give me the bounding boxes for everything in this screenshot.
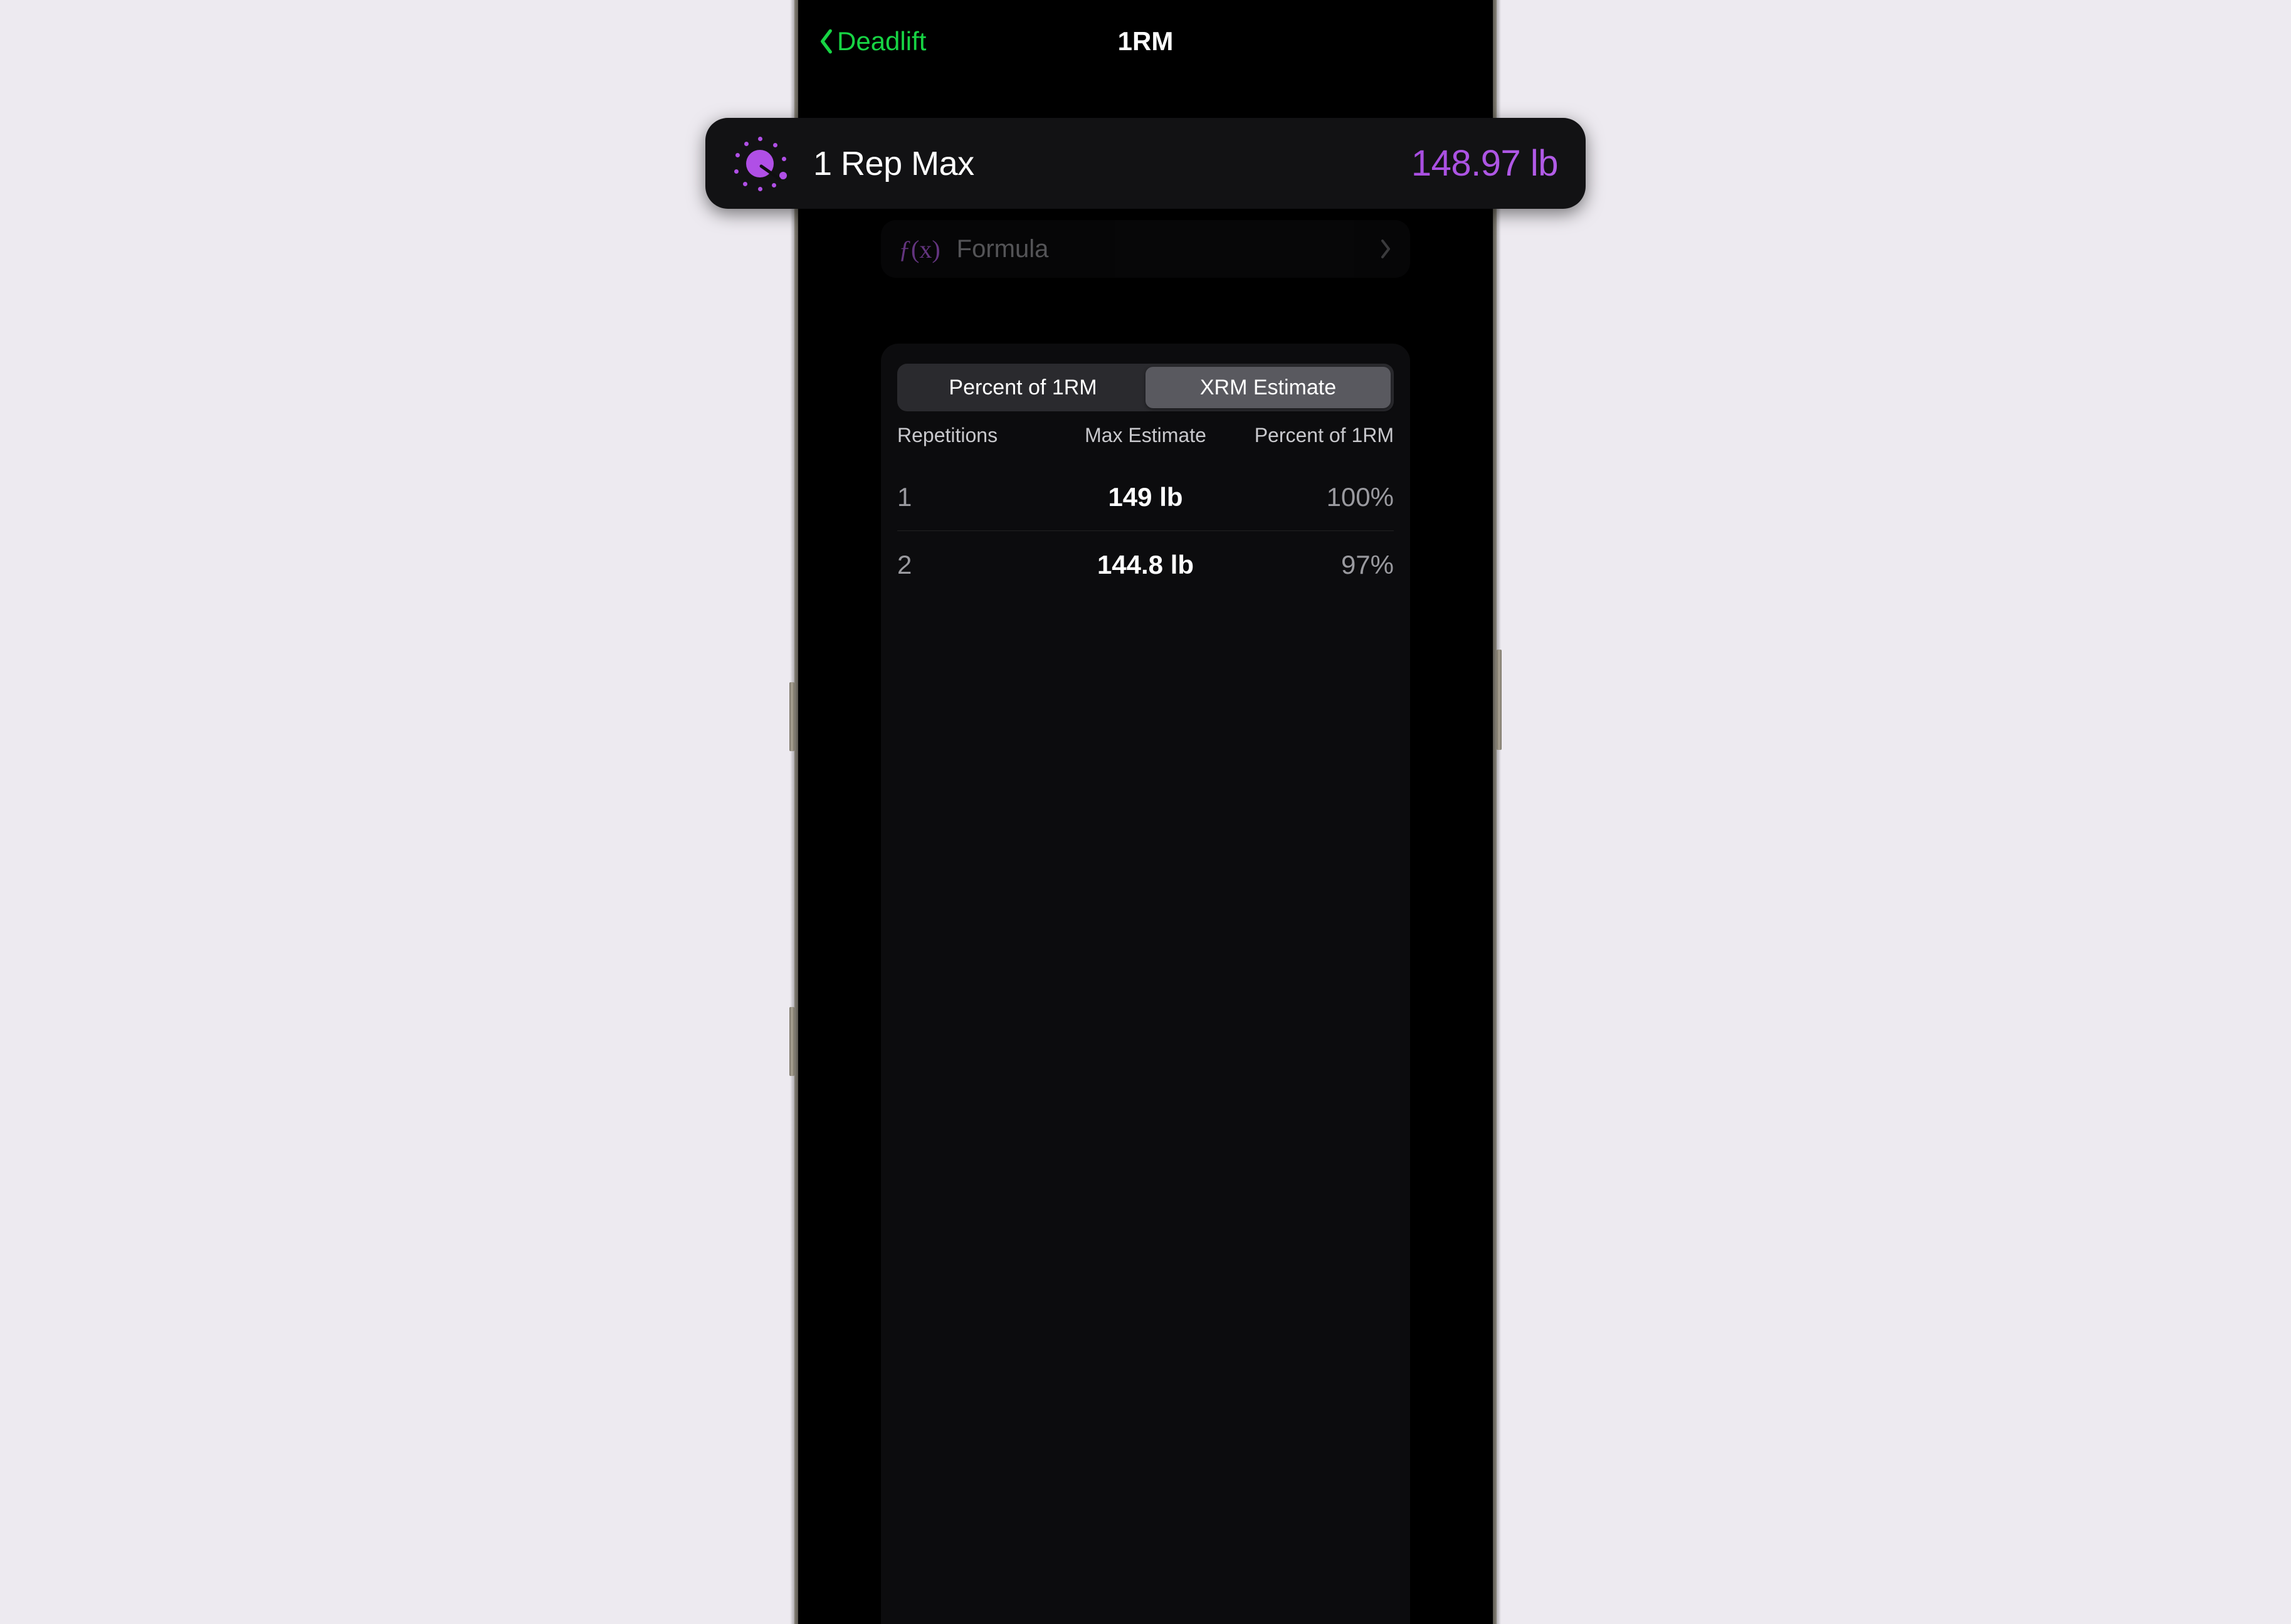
fx-icon: ƒ(x): [898, 235, 940, 264]
table-row[interactable]: 1 149 lb 100%: [897, 463, 1394, 531]
screen: Deadlift 1RM: [798, 0, 1493, 1624]
bezel-shadow-left: [790, 0, 798, 1624]
cell-max: 149 lb: [1053, 482, 1239, 512]
formula-row-wrap: ƒ(x) Formula: [818, 220, 1473, 278]
formula-label: Formula: [957, 235, 1049, 263]
table-header: Repetitions Max Estimate Percent of 1RM: [897, 424, 1394, 447]
back-label: Deadlift: [837, 26, 926, 56]
xrm-table-wrap: Percent of 1RM XRM Estimate Repetitions …: [818, 344, 1473, 1624]
formula-row[interactable]: ƒ(x) Formula: [881, 220, 1410, 278]
header-percent-of-1rm: Percent of 1RM: [1239, 424, 1394, 447]
cell-reps: 2: [897, 550, 1053, 580]
page-title: 1RM: [1118, 26, 1174, 56]
side-button: [789, 1007, 794, 1076]
hero-card-wrap: 1 Rep Max 148.97 lb: [818, 118, 1473, 209]
tab-percent-of-1rm[interactable]: Percent of 1RM: [900, 367, 1146, 408]
cell-pct: 100%: [1239, 482, 1394, 512]
tab-xrm-estimate[interactable]: XRM Estimate: [1146, 367, 1391, 408]
one-rep-max-card[interactable]: 1 Rep Max 148.97 lb: [705, 118, 1586, 209]
chevron-left-icon: [818, 28, 835, 55]
header-max-estimate: Max Estimate: [1053, 424, 1239, 447]
xrm-table-card: Percent of 1RM XRM Estimate Repetitions …: [881, 344, 1410, 1624]
side-button: [789, 682, 794, 751]
cell-pct: 97%: [1239, 550, 1394, 580]
phone-frame: Deadlift 1RM: [794, 0, 1497, 1624]
one-rep-max-value: 148.97 lb: [1411, 142, 1558, 184]
chevron-right-icon: [1380, 238, 1393, 260]
side-button: [1497, 650, 1502, 750]
segmented-control: Percent of 1RM XRM Estimate: [897, 364, 1394, 411]
gauge-icon: [733, 137, 787, 191]
nav-bar: Deadlift 1RM: [818, 20, 1473, 63]
cell-reps: 1: [897, 482, 1053, 512]
table-row[interactable]: 2 144.8 lb 97%: [897, 531, 1394, 599]
bezel-shadow-right: [1493, 0, 1501, 1624]
back-button[interactable]: Deadlift: [818, 26, 926, 56]
header-repetitions: Repetitions: [897, 424, 1053, 447]
table-body: 1 149 lb 100% 2 144.8 lb 97%: [897, 463, 1394, 599]
one-rep-max-label: 1 Rep Max: [813, 144, 974, 183]
cell-max: 144.8 lb: [1053, 550, 1239, 580]
